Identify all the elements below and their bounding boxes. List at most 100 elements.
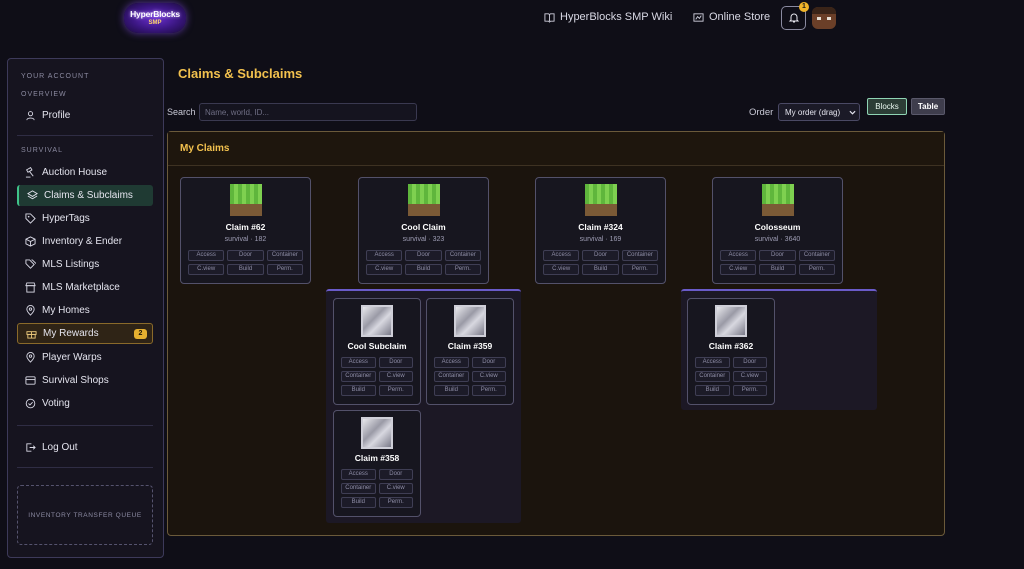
build-button[interactable]: Build xyxy=(434,385,469,396)
sidebar-item-inventory-ender[interactable]: Inventory & Ender xyxy=(17,231,153,252)
claim-name: Claim #324 xyxy=(578,222,623,232)
subclaim-card[interactable]: Claim #362 Access Door Container C.view … xyxy=(687,298,775,405)
build-button[interactable]: Build xyxy=(341,385,376,396)
sidebar-item-label: MLS Listings xyxy=(42,259,100,270)
user-avatar[interactable] xyxy=(812,7,836,29)
subclaim-card[interactable]: Claim #358 Access Door Container C.view … xyxy=(333,410,421,517)
book-icon xyxy=(544,12,555,23)
claim-name: Cool Claim xyxy=(401,222,446,232)
sidebar-item-claims-subclaims[interactable]: Claims & Subclaims xyxy=(17,185,153,206)
sidebar-item-logout[interactable]: Log Out xyxy=(17,437,153,458)
inventory-transfer-queue[interactable]: INVENTORY TRANSFER QUEUE xyxy=(17,485,153,545)
door-button[interactable]: Door xyxy=(732,357,767,368)
sidebar-item-hypertags[interactable]: HyperTags xyxy=(17,208,153,229)
auction-icon xyxy=(25,167,34,178)
sidebar-item-mls-marketplace[interactable]: MLS Marketplace xyxy=(17,277,153,298)
access-button[interactable]: Access xyxy=(434,357,469,368)
claim-card[interactable]: Cool Claim survival · 323 Access Door Co… xyxy=(358,177,489,284)
access-button[interactable]: Access xyxy=(695,357,730,368)
table-view-button[interactable]: Table xyxy=(911,98,945,115)
claim-card[interactable]: Claim #324 survival · 169 Access Door Co… xyxy=(535,177,666,284)
cview-button[interactable]: C.view xyxy=(471,371,506,382)
door-button[interactable]: Door xyxy=(378,357,413,368)
sidebar-item-my-rewards[interactable]: My Rewards 2 xyxy=(17,323,153,344)
subclaim-card[interactable]: Cool Subclaim Access Door Container C.vi… xyxy=(333,298,421,405)
sidebar-item-label: HyperTags xyxy=(42,213,90,224)
container-button[interactable]: Container xyxy=(621,250,658,261)
sidebar-item-mls-listings[interactable]: MLS Listings xyxy=(17,254,153,275)
container-button[interactable]: Container xyxy=(695,371,730,382)
build-button[interactable]: Build xyxy=(405,264,442,275)
store-link[interactable]: Online Store xyxy=(693,11,770,23)
divider xyxy=(17,135,153,136)
container-button[interactable]: Container xyxy=(444,250,481,261)
claim-card[interactable]: Claim #62 survival · 182 Access Door Con… xyxy=(180,177,311,284)
perm-button[interactable]: Perm. xyxy=(444,264,481,275)
perm-button[interactable]: Perm. xyxy=(266,264,303,275)
build-button[interactable]: Build xyxy=(759,264,796,275)
sidebar-item-label: My Homes xyxy=(42,305,90,316)
build-button[interactable]: Build xyxy=(695,385,730,396)
container-button[interactable]: Container xyxy=(341,483,376,494)
page-title: Claims & Subclaims xyxy=(178,66,303,81)
cview-button[interactable]: C.view xyxy=(378,483,413,494)
sidebar-item-survival-shops[interactable]: Survival Shops xyxy=(17,370,153,391)
container-button[interactable]: Container xyxy=(266,250,303,261)
build-button[interactable]: Build xyxy=(582,264,619,275)
notification-count-badge: 1 xyxy=(799,2,809,12)
sidebar-item-voting[interactable]: Voting xyxy=(17,393,153,414)
overview-label: OVERVIEW xyxy=(21,91,67,98)
sidebar-item-label: Player Warps xyxy=(42,352,102,363)
access-button[interactable]: Access xyxy=(188,250,225,261)
door-button[interactable]: Door xyxy=(405,250,442,261)
sidebar-item-label: MLS Marketplace xyxy=(42,282,120,293)
door-button[interactable]: Door xyxy=(582,250,619,261)
door-button[interactable]: Door xyxy=(227,250,264,261)
container-button[interactable]: Container xyxy=(798,250,835,261)
cview-button[interactable]: C.view xyxy=(732,371,767,382)
claim-card[interactable]: Colosseum survival · 3640 Access Door Co… xyxy=(712,177,843,284)
blocks-view-button[interactable]: Blocks xyxy=(867,98,907,115)
tags-icon xyxy=(25,259,36,269)
access-button[interactable]: Access xyxy=(341,357,376,368)
access-button[interactable]: Access xyxy=(341,469,376,480)
sidebar-item-player-warps[interactable]: Player Warps xyxy=(17,347,153,368)
store-icon xyxy=(693,12,704,22)
search-input[interactable] xyxy=(199,103,417,121)
cview-button[interactable]: C.view xyxy=(366,264,403,275)
access-button[interactable]: Access xyxy=(543,250,580,261)
sidebar-item-auction-house[interactable]: Auction House xyxy=(17,162,153,183)
claim-meta: survival · 182 xyxy=(224,236,267,243)
door-button[interactable]: Door xyxy=(471,357,506,368)
cview-button[interactable]: C.view xyxy=(378,371,413,382)
user-icon xyxy=(26,111,35,121)
cview-button[interactable]: C.view xyxy=(543,264,580,275)
site-logo[interactable]: HyperBlocks SMP xyxy=(124,3,186,33)
wiki-link[interactable]: HyperBlocks SMP Wiki xyxy=(544,11,672,23)
sidebar-item-label: Inventory & Ender xyxy=(42,236,123,247)
perm-button[interactable]: Perm. xyxy=(378,497,413,508)
container-button[interactable]: Container xyxy=(341,371,376,382)
build-button[interactable]: Build xyxy=(341,497,376,508)
cview-button[interactable]: C.view xyxy=(188,264,225,275)
subclaim-card[interactable]: Claim #359 Access Door Container C.view … xyxy=(426,298,514,405)
perm-button[interactable]: Perm. xyxy=(798,264,835,275)
subclaim-name: Cool Subclaim xyxy=(347,341,407,351)
grass-block-icon xyxy=(584,184,617,216)
door-button[interactable]: Door xyxy=(759,250,796,261)
door-button[interactable]: Door xyxy=(378,469,413,480)
build-button[interactable]: Build xyxy=(227,264,264,275)
perm-button[interactable]: Perm. xyxy=(378,385,413,396)
order-select[interactable]: My order (drag) xyxy=(778,103,860,121)
sidebar-item-profile[interactable]: Profile xyxy=(17,105,153,126)
cart-icon xyxy=(25,376,36,385)
perm-button[interactable]: Perm. xyxy=(621,264,658,275)
perm-button[interactable]: Perm. xyxy=(471,385,506,396)
access-button[interactable]: Access xyxy=(720,250,757,261)
perm-button[interactable]: Perm. xyxy=(732,385,767,396)
access-button[interactable]: Access xyxy=(366,250,403,261)
container-button[interactable]: Container xyxy=(434,371,469,382)
sidebar-item-my-homes[interactable]: My Homes xyxy=(17,300,153,321)
chevron-down-icon xyxy=(849,110,856,115)
cview-button[interactable]: C.view xyxy=(720,264,757,275)
